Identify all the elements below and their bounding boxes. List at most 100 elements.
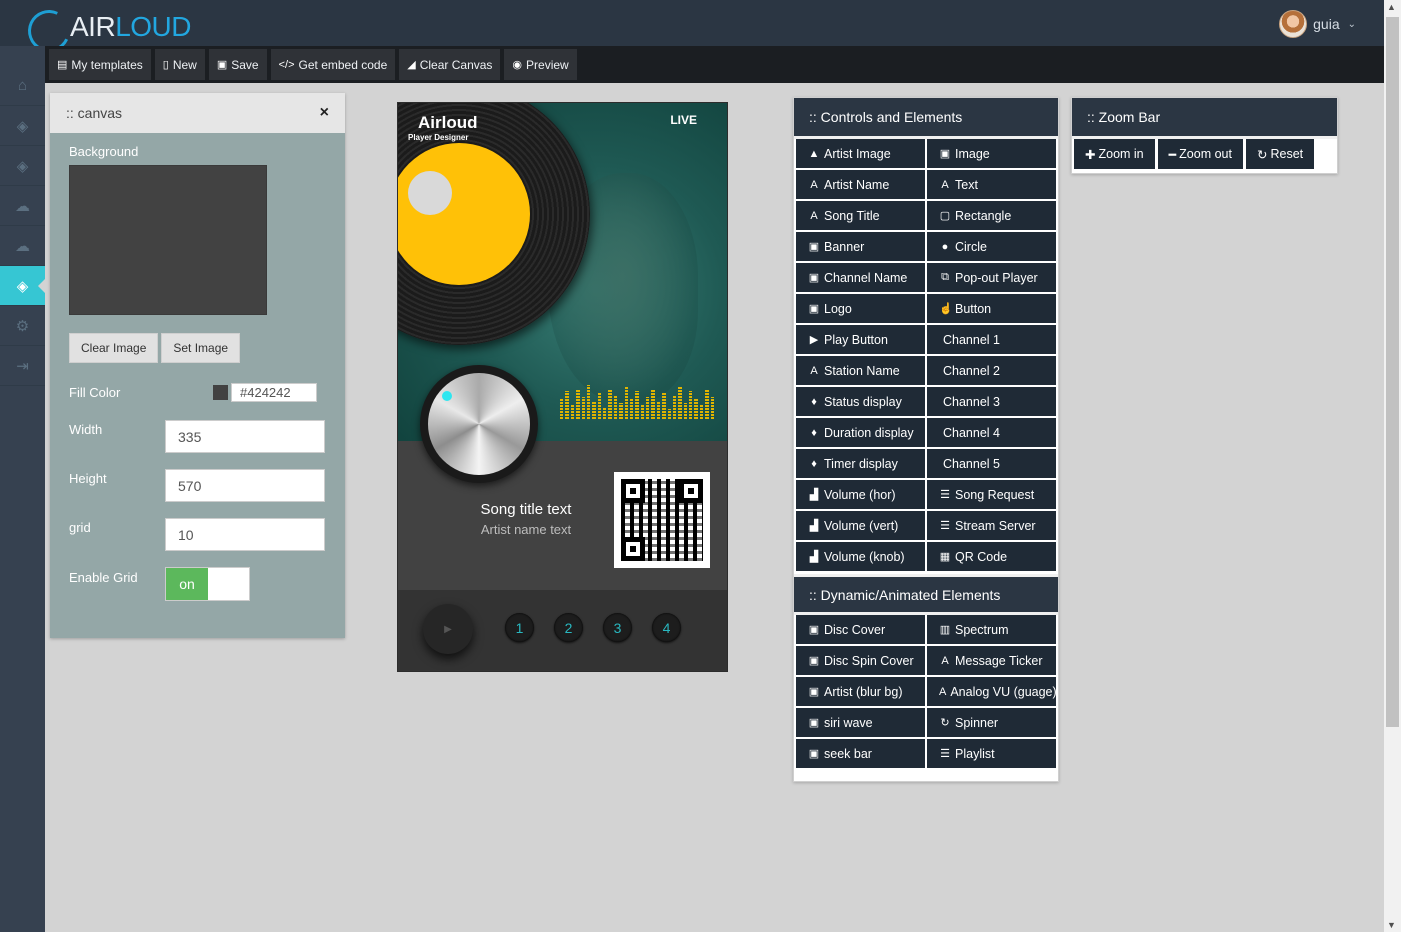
logo-text-main: AIR (70, 11, 116, 42)
fill-color-input[interactable]: #424242 (231, 383, 317, 402)
eye-icon: ◉ (512, 59, 523, 71)
sidebar-item-layers-alt[interactable]: ◈ (0, 146, 45, 186)
element-channel-4-button[interactable]: Channel 4 (927, 418, 1056, 447)
element-message-ticker-button[interactable]: A Message Ticker (927, 646, 1056, 675)
element-play-button-button[interactable]: ▶ Play Button (796, 325, 925, 354)
element-text-button[interactable]: A Text (927, 170, 1056, 199)
set-image-button[interactable]: Set Image (161, 333, 241, 363)
sidebar-item-designer[interactable]: ◈ (0, 266, 46, 306)
clear-canvas-button[interactable]: ◢ Clear Canvas (399, 49, 501, 80)
element-stream-server-button[interactable]: ☰ Stream Server (927, 511, 1056, 540)
sidebar-item-cloud[interactable]: ☁ (0, 186, 45, 226)
sidebar-item-home[interactable]: ⌂ (0, 66, 45, 106)
element-qr-code-button[interactable]: ▦ QR Code (927, 542, 1056, 571)
grid-input[interactable]: 10 (165, 518, 325, 551)
spectrum-bar (613, 395, 618, 419)
element-label: Banner (824, 239, 865, 254)
canvas-panel-header: :: canvas × (50, 93, 345, 133)
element-volume-vert-button[interactable]: ▟ Volume (vert) (796, 511, 925, 540)
spectrum-bar (710, 397, 714, 419)
element-label: Song Request (955, 487, 1035, 502)
my-templates-button[interactable]: ▤ My templates (49, 49, 151, 80)
preview-button[interactable]: ◉ Preview (504, 49, 577, 80)
element-label: Volume (hor) (824, 487, 896, 502)
new-button[interactable]: ▯ New (154, 49, 205, 80)
element-rectangle-button[interactable]: ▢ Rectangle (927, 201, 1056, 230)
element-channel-3-button[interactable]: Channel 3 (927, 387, 1056, 416)
element-song-title-button[interactable]: A Song Title (796, 201, 925, 230)
save-button[interactable]: ▣ Save (208, 49, 267, 80)
user-menu[interactable]: guia ⌄ (1279, 10, 1356, 38)
background-preview (69, 165, 267, 315)
element-disc-cover-button[interactable]: ▣ Disc Cover (796, 615, 925, 644)
element-disc-spin-cover-button[interactable]: ▣ Disc Spin Cover (796, 646, 925, 675)
element-volume-knob-button[interactable]: ▟ Volume (knob) (796, 542, 925, 571)
element-channel-2-button[interactable]: Channel 2 (927, 356, 1056, 385)
enable-grid-toggle[interactable]: on (165, 567, 250, 601)
element-spinner-button[interactable]: ↻ Spinner (927, 708, 1056, 737)
sidebar-item-logout[interactable]: ⇥ (0, 346, 45, 386)
element-logo-button[interactable]: ▣ Logo (796, 294, 925, 323)
element-pop-out-player-button[interactable]: ⧉ Pop-out Player (927, 263, 1056, 292)
element-duration-display-button[interactable]: ♦ Duration display (796, 418, 925, 447)
zoom-in-button[interactable]: ✚ Zoom in (1074, 139, 1155, 169)
element-timer-display-button[interactable]: ♦ Timer display (796, 449, 925, 478)
clear-image-button[interactable]: Clear Image (69, 333, 159, 363)
element-channel-1-button[interactable]: Channel 1 (927, 325, 1056, 354)
element-label: Spectrum (955, 622, 1009, 637)
element-volume-hor-button[interactable]: ▟ Volume (hor) (796, 480, 925, 509)
channel-2-button[interactable]: 2 (554, 613, 583, 642)
channel-1-button[interactable]: 1 (505, 613, 534, 642)
close-icon[interactable]: × (320, 104, 329, 122)
reset-zoom-button[interactable]: ↻ Reset (1245, 139, 1315, 169)
top-header: AIRLOUD guia ⌄ (0, 0, 1384, 58)
element-song-request-button[interactable]: ☰ Song Request (927, 480, 1056, 509)
element-status-display-button[interactable]: ♦ Status display (796, 387, 925, 416)
element-channel-name-button[interactable]: ▣ Channel Name (796, 263, 925, 292)
reset-label: Reset (1270, 147, 1304, 161)
player-brand: Airloud (418, 113, 478, 132)
element-label: Channel 1 (943, 332, 1000, 347)
scroll-up-icon[interactable]: ▲ (1387, 2, 1396, 12)
player-canvas[interactable]: Airloud Player Designer LIVE Song title … (397, 102, 728, 672)
element-image-button[interactable]: ▣ Image (927, 139, 1056, 168)
spectrum-bar (581, 397, 585, 419)
embed-code-button[interactable]: </> Get embed code (270, 49, 396, 80)
element-artist-image-button[interactable]: ▲ Artist Image (796, 139, 925, 168)
element-analog-vu-guage-button[interactable]: A Analog VU (guage) (927, 677, 1057, 706)
page-scrollbar[interactable]: ▲ ▼ (1384, 0, 1401, 932)
element-circle-button[interactable]: ● Circle (927, 232, 1056, 261)
element-artist-name-button[interactable]: A Artist Name (796, 170, 925, 199)
element-station-name-button[interactable]: A Station Name (796, 356, 925, 385)
element-channel-5-button[interactable]: Channel 5 (927, 449, 1056, 478)
qr-corner-tl (621, 479, 645, 503)
zoom-out-button[interactable]: ━ Zoom out (1157, 139, 1243, 169)
sidebar-item-settings[interactable]: ⚙ (0, 306, 45, 346)
scrollbar-thumb[interactable] (1386, 17, 1399, 727)
knob-face (428, 373, 530, 475)
channel-3-button[interactable]: 3 (603, 613, 632, 642)
width-input[interactable]: 335 (165, 420, 325, 453)
signal-icon: ▟ (809, 551, 819, 563)
volume-knob[interactable] (420, 365, 538, 483)
element-label: Message Ticker (955, 653, 1043, 668)
element-spectrum-button[interactable]: ▥ Spectrum (927, 615, 1056, 644)
element-banner-button[interactable]: ▣ Banner (796, 232, 925, 261)
sidebar-item-cloud-alt[interactable]: ☁ (0, 226, 45, 266)
play-button[interactable]: ▶ (423, 604, 473, 654)
knob-indicator (442, 391, 452, 401)
channel-4-button[interactable]: 4 (652, 613, 681, 642)
element-playlist-button[interactable]: ☰ Playlist (927, 739, 1056, 768)
play-icon: ▶ (444, 623, 452, 635)
element-button-button[interactable]: ☝ Button (927, 294, 1056, 323)
element-artist-blur-bg-button[interactable]: ▣ Artist (blur bg) (796, 677, 925, 706)
element-label: Artist (blur bg) (824, 684, 903, 699)
element-seek-bar-button[interactable]: ▣ seek bar (796, 739, 925, 768)
element-siri-wave-button[interactable]: ▣ siri wave (796, 708, 925, 737)
height-input[interactable]: 570 (165, 469, 325, 502)
app-logo[interactable]: AIRLOUD (22, 4, 191, 58)
sidebar-item-layers[interactable]: ◈ (0, 106, 45, 146)
scroll-down-icon[interactable]: ▼ (1387, 920, 1396, 930)
fill-color-swatch[interactable] (213, 385, 228, 400)
controls-panel: :: Controls and Elements ▲ Artist Image ▣ I… (793, 97, 1059, 782)
